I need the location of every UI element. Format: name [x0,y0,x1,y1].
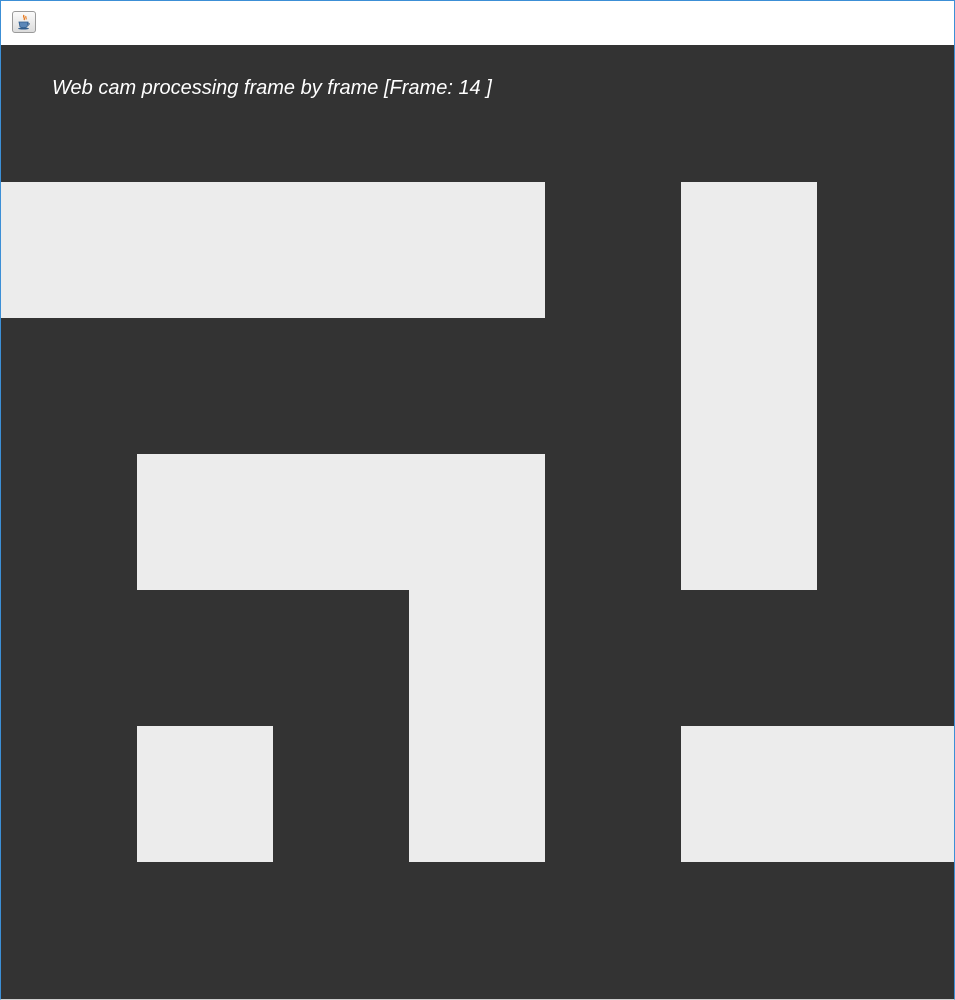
light-block-top-left [1,182,545,318]
title-bar[interactable] [1,1,954,45]
frame-number: 14 [458,77,481,99]
webcam-frame-canvas: Web cam processing frame by frame [Frame… [1,45,954,999]
light-block-middle-vertical [409,590,545,862]
light-block-bottom-left-square [137,726,273,862]
java-coffee-cup-icon[interactable] [12,11,36,33]
app-window: Web cam processing frame by frame [Frame… [0,0,955,1000]
frame-caption-suffix: ] [486,77,492,99]
java-coffee-cup-icon-graphic [18,14,30,30]
frame-caption: Web cam processing frame by frame [Frame… [52,77,492,100]
light-block-right-vertical [681,182,817,590]
light-block-bottom-right [681,726,954,862]
frame-caption-prefix: Web cam processing frame by frame [Frame… [52,77,453,99]
light-block-middle-horizontal [137,454,545,590]
